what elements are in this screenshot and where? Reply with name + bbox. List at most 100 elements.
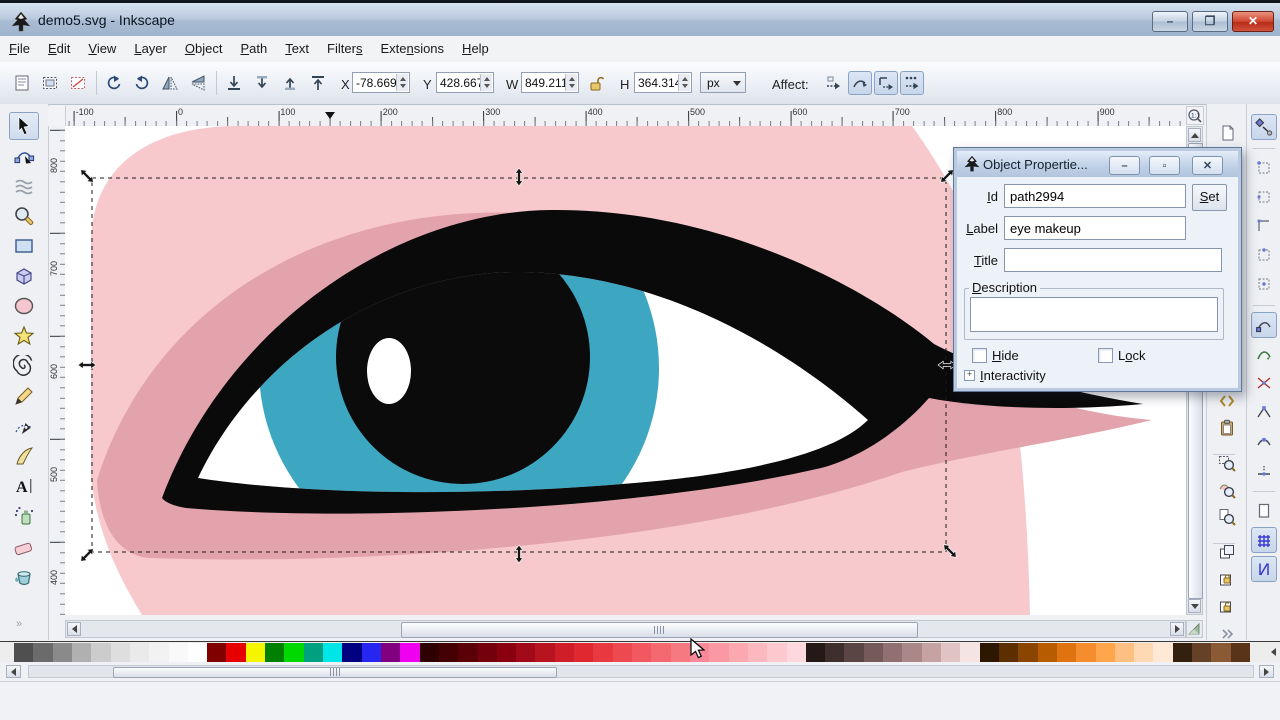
palette-swatch[interactable] <box>497 643 516 662</box>
menu-layer[interactable]: Layer <box>125 36 176 61</box>
snap-smooth-nodes-toggle[interactable] <box>1251 428 1277 454</box>
palette-swatch[interactable] <box>323 643 342 662</box>
palette-swatch[interactable] <box>91 643 110 662</box>
palette-swatch[interactable] <box>33 643 52 662</box>
palette-swatch[interactable] <box>149 643 168 662</box>
palette-swatch[interactable] <box>381 643 400 662</box>
palette-swatch[interactable] <box>555 643 574 662</box>
x-spinner[interactable] <box>396 74 408 91</box>
palette-swatch[interactable] <box>362 643 381 662</box>
palette-swatch[interactable] <box>1057 643 1076 662</box>
id-input[interactable] <box>1004 184 1186 208</box>
palette-swatch[interactable] <box>342 643 361 662</box>
menu-text[interactable]: Text <box>276 36 318 61</box>
snap-line-midpoints-toggle[interactable] <box>1251 457 1277 483</box>
snap-grids-toggle[interactable] <box>1251 527 1277 553</box>
palette-swatch[interactable] <box>593 643 612 662</box>
palette-swatch[interactable] <box>941 643 960 662</box>
palette-swatch[interactable] <box>999 643 1018 662</box>
palette-swatch[interactable] <box>767 643 786 662</box>
palette-swatch[interactable] <box>169 643 188 662</box>
toolbox-overflow-icon[interactable]: » <box>16 618 22 630</box>
clone-button[interactable] <box>1214 566 1240 592</box>
rectangle-tool[interactable] <box>9 232 39 260</box>
unlink-clone-button[interactable] <box>1214 593 1240 619</box>
menu-help[interactable]: Help <box>453 36 498 61</box>
zoom-1-1-button[interactable]: 1:1 <box>1186 106 1204 125</box>
palette-swatch[interactable] <box>72 643 91 662</box>
expand-icon[interactable]: + <box>964 370 975 381</box>
paint-bucket-tool[interactable] <box>9 562 39 590</box>
dialog-restore-button[interactable]: ▫ <box>1149 156 1180 175</box>
tweak-tool[interactable] <box>9 172 39 200</box>
zoom-drawing-button[interactable] <box>1214 477 1240 503</box>
menu-edit[interactable]: Edit <box>39 36 79 61</box>
palette-swatch[interactable] <box>864 643 883 662</box>
scroll-right-icon[interactable] <box>1175 625 1180 633</box>
palette-swatch[interactable] <box>632 643 651 662</box>
star-tool[interactable] <box>9 322 39 350</box>
maximize-button[interactable]: ❐ <box>1192 11 1228 32</box>
duplicate-button[interactable] <box>1214 539 1240 565</box>
zoom-page-button[interactable] <box>1214 504 1240 530</box>
lower-to-bottom-button[interactable] <box>222 71 246 95</box>
affect-scale-stroke-button[interactable] <box>848 71 872 95</box>
description-textarea[interactable] <box>970 297 1218 332</box>
snap-page-border-toggle[interactable] <box>1251 498 1277 524</box>
palette-swatch[interactable] <box>883 643 902 662</box>
height-field[interactable]: 364.314 <box>634 72 692 93</box>
palette-swatch[interactable] <box>671 643 690 662</box>
hide-checkbox[interactable] <box>972 348 987 363</box>
palette-swatch[interactable] <box>1173 643 1192 662</box>
palette-swatch[interactable] <box>400 643 419 662</box>
dialog-title-bar[interactable]: Object Propertie... – ▫ ✕ <box>957 151 1238 177</box>
palette-swatch[interactable] <box>1096 643 1115 662</box>
palette-swatch[interactable] <box>651 643 670 662</box>
palette-swatch[interactable] <box>1038 643 1057 662</box>
snap-bbox-edges-toggle[interactable] <box>1251 184 1277 210</box>
snap-master-toggle[interactable] <box>1251 114 1277 140</box>
palette-swatch[interactable] <box>806 643 825 662</box>
lock-checkbox[interactable] <box>1098 348 1113 363</box>
palette-swatch[interactable] <box>844 643 863 662</box>
lock-ratio-button[interactable] <box>585 71 607 95</box>
palette-swatch[interactable] <box>748 643 767 662</box>
palette-swatch[interactable] <box>246 643 265 662</box>
menu-view[interactable]: View <box>79 36 125 61</box>
palette-swatch[interactable] <box>284 643 303 662</box>
palette-left-icon[interactable] <box>1271 648 1276 656</box>
close-button[interactable]: ✕ <box>1232 11 1274 32</box>
label-input[interactable] <box>1004 216 1186 240</box>
minimize-button[interactable]: – <box>1152 11 1188 32</box>
paste-button[interactable] <box>1214 415 1240 441</box>
palette-swatch[interactable] <box>535 643 554 662</box>
palette-scrollbar-track[interactable] <box>28 665 1254 678</box>
spray-tool[interactable] <box>9 502 39 530</box>
palette-swatch[interactable] <box>787 643 806 662</box>
set-button[interactable]: Set <box>1192 184 1227 211</box>
palette-swatch[interactable] <box>458 643 477 662</box>
snap-bbox-corners-toggle[interactable] <box>1251 213 1277 239</box>
vertical-ruler[interactable]: 800700600500400 <box>48 126 66 615</box>
palette-swatch[interactable] <box>613 643 632 662</box>
snap-paths-toggle[interactable] <box>1251 341 1277 367</box>
new-document-button[interactable] <box>1214 120 1240 146</box>
snap-guides-toggle[interactable] <box>1251 556 1277 582</box>
snap-nodes-toggle[interactable] <box>1251 312 1277 338</box>
palette-swatch[interactable] <box>439 643 458 662</box>
zoom-tool[interactable] <box>9 202 39 230</box>
y-spinner[interactable] <box>480 74 492 91</box>
palette-swatch[interactable] <box>1231 643 1250 662</box>
scroll-up-icon[interactable] <box>1191 133 1199 138</box>
palette-swatch[interactable] <box>265 643 284 662</box>
pencil-tool[interactable] <box>9 382 39 410</box>
interactivity-expander[interactable]: + Interactivity <box>964 368 1046 383</box>
lower-button[interactable] <box>250 71 274 95</box>
menu-object[interactable]: Object <box>176 36 232 61</box>
menu-path[interactable]: Path <box>231 36 276 61</box>
palette-swatch[interactable] <box>53 643 72 662</box>
menu-extensions[interactable]: Extensions <box>371 36 453 61</box>
snap-bounding-box-toggle[interactable] <box>1251 155 1277 181</box>
palette-swatch[interactable] <box>130 643 149 662</box>
palette-swatch[interactable] <box>1192 643 1211 662</box>
